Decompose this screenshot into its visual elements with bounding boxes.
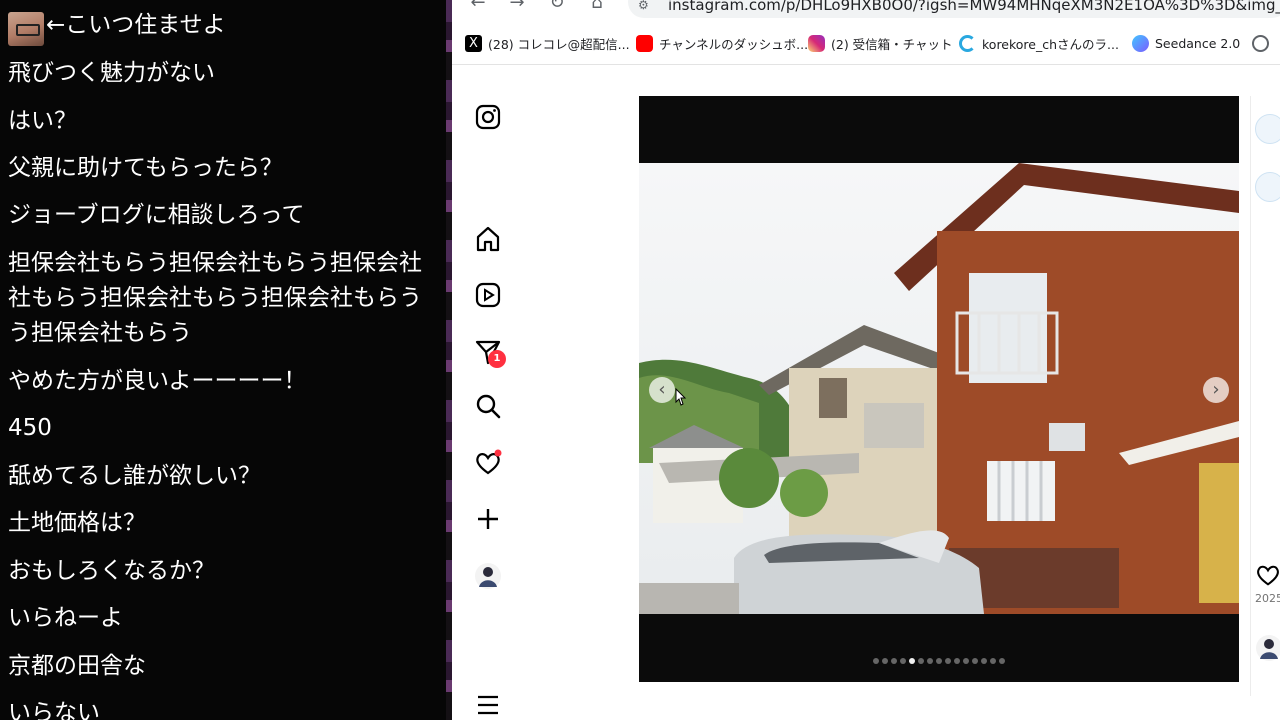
post-side-panel: 2025 (1250, 96, 1280, 696)
like-heart-icon[interactable] (1255, 562, 1280, 588)
search-icon[interactable] (474, 392, 502, 420)
bookmark-label: チャンネルのダッシュボ... (659, 36, 809, 52)
x-logo-icon: X (465, 34, 482, 52)
instagram-logo-icon[interactable] (474, 103, 502, 131)
instagram-icon (808, 34, 825, 52)
carousel-dot (936, 658, 942, 664)
chat-message: いらねーよ (8, 605, 123, 631)
mouse-cursor-icon (673, 387, 687, 408)
site-info-icon[interactable]: ⚙ (638, 0, 654, 12)
bookmark-item[interactable]: X (28) コレコレ@超配信... (465, 32, 630, 54)
chat-message: 土地価格は？ (8, 510, 146, 536)
carousel-dot (873, 658, 879, 664)
home-nav-icon[interactable] (474, 225, 502, 253)
comment-avatar[interactable] (1255, 172, 1280, 202)
chat-message: 450 (8, 415, 52, 441)
chat-overlay: ←こいつ住ませよ 飛びつく魅力がない はい？ 父親に助けてもらったら？ ジョーブ… (0, 0, 452, 720)
account-avatar[interactable] (1255, 114, 1280, 144)
youtube-icon (636, 34, 653, 52)
chat-message-wrap-line: 担保会社もらう担保会社もらう担保会社 (8, 250, 422, 276)
bookmark-label: (2) 受信箱・チャット (831, 36, 953, 52)
carousel-dot (999, 658, 1005, 664)
address-bar[interactable]: ⚙ instagram.com/p/DHLo9HXB0O0/?igsh=MW94… (628, 0, 1280, 18)
chat-message: 舐めてるし誰が欲しい？ (8, 463, 261, 489)
house-photo-illustration (639, 163, 1239, 614)
globe-icon (1252, 34, 1269, 52)
swirl-icon (959, 34, 976, 52)
carousel-dot (963, 658, 969, 664)
chat-message: はい？ (8, 108, 77, 134)
carousel-dot (891, 658, 897, 664)
notifications-heart-icon[interactable] (474, 449, 502, 477)
chat-message: 飛びつく魅力がない (8, 60, 215, 86)
carousel-dots (839, 658, 1039, 668)
chat-message: おもしろくなるか？ (8, 558, 215, 584)
carousel-dot (954, 658, 960, 664)
bookmark-item[interactable]: チャンネルのダッシュボ... (636, 32, 808, 54)
post-media-carousel[interactable]: ‹ › (639, 96, 1239, 682)
create-plus-icon[interactable] (474, 505, 502, 533)
chat-message: ジョーブログに相談しろって (8, 202, 305, 228)
browser-window: ← → ↻ ⌂ ⚙ instagram.com/p/DHLo9HXB0O0/?i… (452, 0, 1280, 720)
carousel-dot (882, 658, 888, 664)
reload-icon[interactable]: ↻ (546, 0, 568, 14)
bookmark-item[interactable]: Seedance 2.0 (1132, 32, 1240, 54)
bookmark-item[interactable]: korekore_chさんのラ... (959, 32, 1119, 54)
carousel-dot (918, 658, 924, 664)
chat-message-wrap-line: 社もらう担保会社もらう担保会社もらう (8, 285, 422, 311)
notification-badge: 1 (488, 350, 506, 368)
bookmarks-bar: X (28) コレコレ@超配信... チャンネルのダッシュボ... (2) 受信… (452, 28, 1280, 58)
carousel-dot (900, 658, 906, 664)
profile-avatar-icon[interactable] (474, 562, 502, 590)
carousel-dot (972, 658, 978, 664)
chat-message: やめた方が良いよーーーー！ (8, 368, 307, 394)
viewer-avatar[interactable] (1255, 634, 1280, 662)
more-menu-icon[interactable] (474, 691, 502, 719)
bookmark-label: korekore_chさんのラ... (982, 36, 1119, 52)
forward-icon[interactable]: → (506, 0, 528, 14)
bookmark-overflow[interactable] (1252, 32, 1269, 54)
post-date: 2025 (1255, 592, 1280, 605)
house-photo: ‹ › (639, 163, 1239, 614)
bookmark-label: Seedance 2.0 (1155, 35, 1241, 51)
chat-message-wrap-line: う担保会社もらう (8, 320, 192, 346)
divider (452, 64, 1280, 65)
chat-message: ←こいつ住ませよ (46, 12, 226, 38)
chat-message: 父親に助けてもらったら？ (8, 155, 283, 181)
carousel-dot (981, 658, 987, 664)
chat-message: 京都の田舎な (8, 653, 146, 679)
seedance-icon (1132, 34, 1149, 52)
url-text: instagram.com/p/DHLo9HXB0O0/?igsh=MW94MH… (668, 0, 1280, 14)
browser-toolbar: ← → ↻ ⌂ ⚙ instagram.com/p/DHLo9HXB0O0/?i… (452, 0, 1280, 22)
bookmark-label: (28) コレコレ@超配信... (488, 36, 630, 52)
carousel-prev-button[interactable]: ‹ (649, 377, 675, 403)
carousel-dot (945, 658, 951, 664)
carousel-next-button[interactable]: › (1203, 377, 1229, 403)
home-icon[interactable]: ⌂ (586, 0, 608, 14)
carousel-dot (909, 658, 915, 664)
back-icon[interactable]: ← (467, 0, 489, 14)
chat-avatar (8, 12, 44, 46)
screen: ←こいつ住ませよ 飛びつく魅力がない はい？ 父親に助けてもらったら？ ジョーブ… (0, 0, 1280, 720)
carousel-dot (990, 658, 996, 664)
carousel-dot (927, 658, 933, 664)
bookmark-item[interactable]: (2) 受信箱・チャット (808, 32, 953, 54)
chat-message: いらない (8, 700, 100, 720)
reels-icon[interactable] (474, 281, 502, 309)
